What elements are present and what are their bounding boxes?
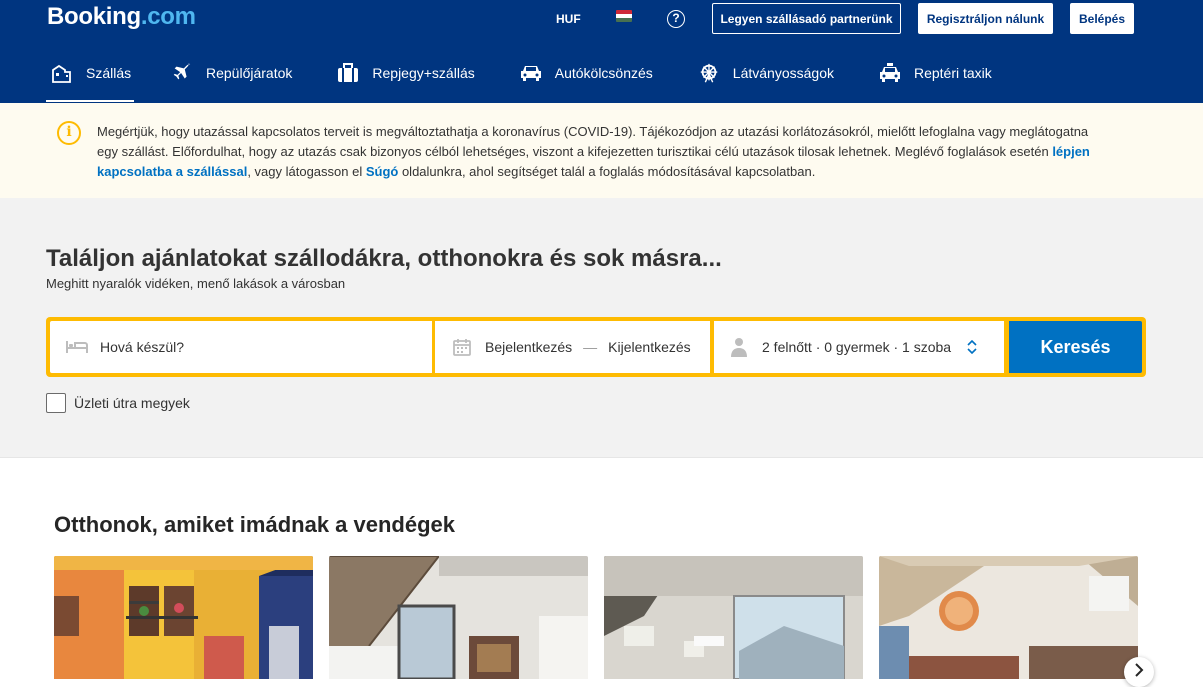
person-icon	[730, 337, 748, 357]
tab-attractions-label: Látványosságok	[732, 65, 834, 81]
notice-text-part-2: , vagy látogasson el	[247, 164, 366, 179]
homes-section-title: Otthonok, amiket imádnak a vendégek	[54, 512, 456, 537]
bed-icon	[66, 339, 88, 355]
car-icon	[519, 62, 543, 84]
business-trip-checkbox[interactable]	[46, 393, 66, 413]
ferris-wheel-icon	[697, 62, 721, 84]
currency-selector[interactable]: HUF	[556, 12, 581, 26]
search-bar: Hová készül? Bejelentkezés — Kijelentkez…	[46, 317, 1146, 377]
tab-airport-taxis[interactable]: Reptéri taxik	[878, 48, 992, 98]
plane-icon	[170, 62, 194, 84]
tab-attractions[interactable]: Látványosságok	[697, 48, 834, 98]
home-card-image[interactable]	[54, 556, 313, 679]
tab-stays[interactable]: Szállás	[46, 48, 134, 102]
register-button[interactable]: Regisztráljon nálunk	[918, 3, 1053, 34]
guests-summary: 2 felnőtt · 0 gyermek · 1 szoba	[762, 339, 952, 355]
taxi-icon	[878, 62, 902, 84]
booking-logo[interactable]: Booking.com	[47, 3, 196, 31]
guests-selector[interactable]: 2 felnőtt · 0 gyermek · 1 szoba	[714, 321, 1004, 373]
checkout-field[interactable]: Kijelentkezés	[608, 339, 691, 355]
covid-notice-text: Megértjük, hogy utazással kapcsolatos te…	[97, 122, 1097, 182]
date-picker[interactable]: Bejelentkezés — Kijelentkezés	[435, 321, 710, 373]
tab-flights-label: Repülőjáratok	[206, 65, 293, 81]
checkin-field[interactable]: Bejelentkezés	[485, 339, 572, 355]
tab-airport-taxis-label: Reptéri taxik	[913, 65, 992, 81]
main-nav: Szállás Repülőjáratok Repjegy+szállás Au…	[46, 48, 992, 103]
help-link[interactable]: Súgó	[366, 164, 399, 179]
help-icon[interactable]: ?	[667, 10, 685, 28]
notice-text-part-1: Megértjük, hogy utazással kapcsolatos te…	[97, 124, 1089, 159]
header: Booking.com HUF ? Legyen szállásadó part…	[0, 0, 1203, 103]
hungarian-flag-icon[interactable]	[616, 10, 632, 22]
notice-text-part-3: oldalunkra, ahol segítséget talál a fogl…	[398, 164, 816, 179]
bed-icon	[50, 62, 74, 84]
search-subtitle: Meghitt nyaralók vidéken, menő lakások a…	[46, 276, 346, 291]
chevron-up-down-icon	[967, 340, 977, 354]
info-icon: i	[57, 121, 81, 145]
tab-flight-hotel[interactable]: Repjegy+szállás	[336, 48, 475, 98]
tab-car-rental-label: Autókölcsönzés	[554, 65, 653, 81]
tab-flight-hotel-label: Repjegy+szállás	[372, 65, 475, 81]
suitcase-icon	[336, 62, 360, 84]
tab-car-rental[interactable]: Autókölcsönzés	[519, 48, 653, 98]
home-card-image[interactable]	[329, 556, 588, 679]
date-separator: —	[583, 339, 598, 355]
home-card-image[interactable]	[604, 556, 863, 679]
search-button[interactable]: Keresés	[1009, 321, 1142, 373]
home-card-image[interactable]	[879, 556, 1138, 679]
calendar-icon	[453, 338, 471, 356]
tab-stays-label: Szállás	[86, 65, 132, 81]
partner-button[interactable]: Legyen szállásadó partnerünk	[712, 3, 901, 34]
destination-placeholder: Hová készül?	[100, 339, 185, 355]
tab-flights[interactable]: Repülőjáratok	[170, 48, 292, 98]
carousel-next-button[interactable]	[1124, 657, 1154, 687]
search-title: Találjon ajánlatokat szállodákra, otthon…	[46, 245, 722, 272]
business-trip-label: Üzleti útra megyek	[74, 395, 190, 411]
destination-input[interactable]: Hová készül?	[50, 321, 432, 373]
login-button[interactable]: Belépés	[1070, 3, 1134, 34]
